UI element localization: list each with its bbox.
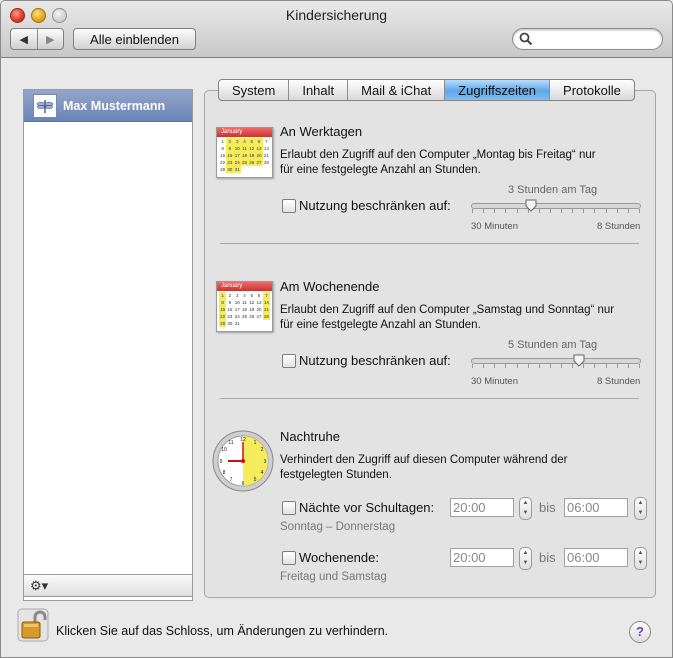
- weekend-nights-label: Wochenende:: [299, 550, 379, 565]
- svg-text:8: 8: [223, 470, 226, 476]
- search-icon: [519, 32, 533, 46]
- back-button[interactable]: ◀: [11, 29, 37, 49]
- weekday-description: Erlaubt den Zugriff auf den Computer „Mo…: [280, 148, 596, 178]
- back-arrow-icon: ◀: [19, 33, 28, 46]
- school-nights-to-field[interactable]: 06:00: [564, 498, 628, 517]
- school-nights-to-stepper[interactable]: ▲ ▼: [634, 497, 647, 520]
- svg-text:6: 6: [242, 481, 245, 487]
- footer-bar: Klicken Sie auf das Schloss, um Änderung…: [1, 598, 672, 657]
- school-nights-label: Nächte vor Schultagen:: [299, 500, 435, 515]
- window-title: Kindersicherung: [285, 7, 388, 23]
- weekend-description: Erlaubt den Zugriff auf den Computer „Sa…: [280, 303, 614, 333]
- title-bar: Kindersicherung ◀ ▶ Alle einblenden: [1, 1, 672, 58]
- svg-text:5: 5: [254, 477, 257, 483]
- unlocked-lock-icon[interactable]: [17, 608, 49, 642]
- dragonfly-icon: [33, 93, 57, 118]
- weekday-limit-checkbox[interactable]: [282, 199, 296, 213]
- tab-bar: System Inhalt Mail & iChat Zugriffszeite…: [218, 79, 635, 101]
- weekday-section-title: An Werktagen: [280, 124, 363, 139]
- weekend-limit-label: Nutzung beschränken auf:: [299, 353, 451, 368]
- school-nights-note: Sonntag – Donnerstag: [280, 521, 396, 533]
- weekend-section-title: Am Wochenende: [280, 279, 380, 294]
- weekend-slider-thumb[interactable]: [573, 354, 585, 367]
- weekday-slider-ticks: [472, 209, 640, 214]
- weekday-description-line: Erlaubt den Zugriff auf den Computer „Mo…: [280, 149, 596, 161]
- section-divider: [220, 398, 639, 399]
- weekend-description-line: für eine festgelegte Anzahl an Stunden.: [280, 319, 481, 331]
- user-list-footer: ⚙▾: [23, 574, 193, 597]
- bis-label: bis: [539, 550, 556, 565]
- svg-text:9: 9: [220, 459, 223, 465]
- weekend-nights-note: Freitag und Samstag: [280, 571, 387, 583]
- svg-text:7: 7: [230, 477, 233, 483]
- user-list-item[interactable]: Max Mustermann: [24, 90, 192, 122]
- weekday-slider-thumb[interactable]: [525, 199, 537, 212]
- weekend-slider-min: 30 Minuten: [471, 376, 519, 387]
- tab-logs[interactable]: Protokolle: [550, 80, 634, 100]
- weekend-slider-max: 8 Stunden: [597, 376, 641, 387]
- tab-content[interactable]: Inhalt: [289, 80, 349, 100]
- school-nights-from-stepper[interactable]: ▲ ▼: [519, 497, 532, 520]
- weekend-limit-checkbox[interactable]: [282, 354, 296, 368]
- weekend-nights-checkbox[interactable]: [282, 551, 296, 565]
- weekend-slider-value: 5 Stunden am Tag: [508, 339, 598, 351]
- tab-mail-ichat[interactable]: Mail & iChat: [348, 80, 446, 100]
- weekend-nights-from-field[interactable]: 20:00: [450, 548, 514, 567]
- navigation-segment: ◀ ▶: [10, 28, 64, 50]
- svg-text:11: 11: [228, 440, 233, 446]
- weekday-slider-min: 30 Minuten: [471, 221, 519, 232]
- svg-text:1: 1: [254, 440, 257, 446]
- weekend-nights-to-stepper[interactable]: ▲ ▼: [634, 547, 647, 570]
- weekday-slider-max: 8 Stunden: [597, 221, 641, 232]
- weekday-calendar-icon: January 1234567 8 9 10 11 12 13 14 15 16 17 18 19 2…: [216, 127, 273, 178]
- svg-text:3: 3: [264, 459, 267, 465]
- weekday-limit-label: Nutzung beschränken auf:: [299, 198, 451, 213]
- section-divider: [220, 243, 639, 244]
- svg-text:4: 4: [261, 470, 264, 476]
- lock-hint-text: Klicken Sie auf das Schloss, um Änderung…: [56, 624, 389, 638]
- weekday-description-line: für eine festgelegte Anzahl an Stunden.: [280, 164, 481, 176]
- weekend-nights-from-stepper[interactable]: ▲ ▼: [519, 547, 532, 570]
- forward-button[interactable]: ▶: [36, 29, 64, 49]
- content-area: Max Mustermann ⚙▾ System Inhalt Mail & i…: [1, 58, 672, 657]
- calendar-month: January: [217, 128, 272, 137]
- bedtime-description: Verhindert den Zugriff auf diesen Comput…: [280, 453, 567, 483]
- weekend-description-line: Erlaubt den Zugriff auf den Computer „Sa…: [280, 304, 615, 316]
- window: Kindersicherung ◀ ▶ Alle einblenden Max …: [0, 0, 673, 658]
- weekend-nights-to-field[interactable]: 06:00: [564, 548, 628, 567]
- help-button[interactable]: ?: [629, 621, 651, 643]
- gear-icon[interactable]: ⚙▾: [30, 578, 48, 594]
- svg-text:2: 2: [261, 447, 264, 453]
- calendar-month: January: [217, 282, 272, 291]
- forward-arrow-icon: ▶: [46, 33, 55, 46]
- bis-label: bis: [539, 500, 556, 515]
- user-name: Max Mustermann: [63, 98, 166, 113]
- bedtime-description-line: Verhindert den Zugriff auf diesen Comput…: [280, 454, 568, 466]
- search-field[interactable]: [512, 28, 663, 50]
- school-nights-checkbox[interactable]: [282, 501, 296, 515]
- user-list: Max Mustermann: [23, 89, 193, 601]
- clock-icon: 12 12 345 678 91011: [212, 430, 274, 492]
- bedtime-description-line: festgelegten Stunden.: [280, 469, 392, 481]
- show-all-button[interactable]: Alle einblenden: [73, 28, 196, 50]
- tab-time-limits[interactable]: Zugriffszeiten: [445, 80, 551, 100]
- weekend-slider-ticks: [472, 364, 640, 369]
- school-nights-from-field[interactable]: 20:00: [450, 498, 514, 517]
- bedtime-section-title: Nachtruhe: [280, 429, 340, 444]
- weekend-calendar-icon: January 1234567 8 9 10 11 12 13 14 15 16 17 18 19 2…: [216, 281, 273, 332]
- weekday-slider-value: 3 Stunden am Tag: [508, 184, 598, 196]
- calendar-grid: 1234567 8 9 10 11 12 13 14 15 16 17 18 19 20 21 22 23…: [219, 292, 270, 327]
- tab-system[interactable]: System: [219, 80, 290, 100]
- calendar-grid: 1234567 8 9 10 11 12 13 14 15 16 17 18 19 20 21 22 23…: [220, 138, 269, 173]
- svg-text:10: 10: [221, 447, 227, 453]
